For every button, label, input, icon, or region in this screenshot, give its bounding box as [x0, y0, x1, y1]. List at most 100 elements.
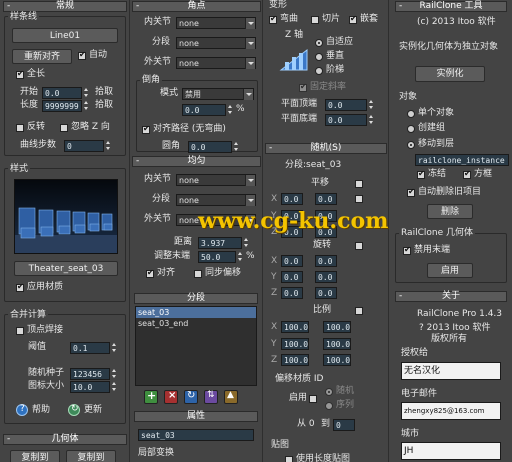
rotate-z-max[interactable]: 0.0 [315, 287, 337, 299]
corner-header[interactable]: - 角点 [132, 1, 261, 12]
about-header[interactable]: - 关于 [395, 291, 507, 302]
adaptive-radio[interactable] [315, 39, 323, 47]
even-segment-select[interactable]: none [176, 194, 256, 206]
tool-header[interactable]: - RailClone 工具 [395, 1, 507, 12]
scale-checkbox[interactable] [355, 307, 363, 315]
disable-render-checkbox[interactable] [403, 245, 411, 255]
general-header[interactable]: - 常规 [3, 1, 127, 12]
fillet-spinner[interactable] [234, 141, 239, 152]
license-field[interactable]: 无名汉化 [401, 362, 501, 380]
translate-x-lock[interactable] [355, 195, 363, 203]
inner-joint-select[interactable]: none [176, 17, 256, 29]
even-inner-select[interactable]: none [176, 174, 256, 186]
sequence-radio[interactable] [325, 402, 333, 410]
layer-name-input[interactable]: railclone_instance [415, 154, 509, 166]
spline-pick-button[interactable]: Line01 [12, 28, 118, 43]
rotate-x-min[interactable]: 0.0 [281, 255, 303, 267]
list-item[interactable]: seat_03_end [136, 318, 256, 329]
scale-x-max[interactable]: 100.0 [323, 321, 351, 333]
bend-checkbox[interactable] [269, 14, 277, 24]
icon-size-spinner[interactable] [112, 381, 117, 392]
random-header[interactable]: - 随机(S) [265, 143, 387, 154]
refresh-icon[interactable]: ↻ [184, 390, 198, 404]
length-pick[interactable]: 拾取 [95, 100, 113, 111]
email-field[interactable]: zhengxy825@163.com [401, 402, 501, 420]
translate-checkbox[interactable] [355, 180, 363, 188]
help-label[interactable]: 帮助 [32, 405, 50, 416]
apply-material-checkbox[interactable] [16, 282, 24, 292]
properties-header[interactable]: 属性 [134, 411, 258, 422]
rotate-checkbox[interactable] [355, 242, 363, 250]
ignore-z-checkbox[interactable] [60, 124, 68, 132]
scale-z-max[interactable]: 100.0 [323, 354, 351, 366]
offset-enable-checkbox[interactable] [309, 395, 317, 403]
stairs-radio[interactable] [315, 67, 323, 75]
bevel-percent-spinner[interactable] [228, 104, 233, 115]
start-input[interactable]: 0.0 [42, 87, 82, 99]
even-header[interactable]: - 均匀 [132, 156, 261, 167]
update-label[interactable]: 更新 [84, 405, 102, 416]
single-object-radio[interactable] [407, 110, 415, 118]
segment-select[interactable]: none [176, 37, 256, 49]
rotate-y-max[interactable]: 0.0 [315, 271, 337, 283]
city-field[interactable]: JH [401, 442, 501, 460]
rotate-y-min[interactable]: 0.0 [281, 271, 303, 283]
flat-top-spinner[interactable] [369, 99, 374, 110]
distance-input[interactable]: 3.937 [198, 237, 242, 249]
properties-name-input[interactable]: seat_03 [138, 429, 254, 441]
scale-y-max[interactable]: 100.0 [323, 338, 351, 350]
freeze-checkbox[interactable] [417, 169, 425, 179]
copy-to-button-1[interactable]: 复制到 [10, 450, 60, 462]
help-icon[interactable]: ? [16, 404, 28, 416]
update-icon[interactable]: ↻ [68, 404, 80, 416]
threshold-spinner[interactable] [112, 342, 117, 353]
reverse-checkbox[interactable] [16, 124, 24, 132]
distance-spinner[interactable] [244, 237, 249, 248]
box-checkbox[interactable] [463, 169, 471, 179]
enable-button[interactable]: 启用 [427, 263, 473, 278]
copy-to-button-2[interactable]: 复制到 [66, 450, 116, 462]
shapes-icon[interactable]: ▲ [224, 390, 238, 404]
threshold-input[interactable]: 0.1 [70, 342, 110, 354]
rotate-x-max[interactable]: 0.0 [315, 255, 337, 267]
icon-size-input[interactable]: 10.0 [70, 381, 110, 393]
slice-checkbox[interactable] [311, 16, 319, 24]
sort-icon[interactable]: ⇅ [204, 390, 218, 404]
vertical-radio[interactable] [315, 53, 323, 61]
sync-offset-checkbox[interactable] [194, 270, 202, 278]
random-seed-input[interactable]: 123456 [70, 368, 110, 380]
rotate-z-min[interactable]: 0.0 [281, 287, 303, 299]
length-input[interactable]: 9999999 [42, 100, 82, 112]
adjust-end-spinner[interactable] [238, 251, 243, 262]
reset-button[interactable]: 重新对齐 [12, 49, 72, 64]
curve-steps-input[interactable]: 0 [64, 140, 104, 152]
random-seed-spinner[interactable] [112, 368, 117, 379]
vertex-weld-checkbox[interactable] [16, 327, 24, 335]
scale-x-min[interactable]: 100.0 [281, 321, 309, 333]
create-group-radio[interactable] [407, 125, 415, 133]
flat-bottom-spinner[interactable] [369, 114, 374, 125]
add-icon[interactable]: + [144, 389, 158, 404]
auto-checkbox[interactable] [78, 50, 86, 60]
range-to-input[interactable]: 0 [333, 419, 355, 431]
fixed-slope-checkbox[interactable] [299, 82, 307, 92]
outer-joint-select[interactable]: none [176, 57, 256, 69]
geometry-header[interactable]: - 几何体 [3, 434, 127, 445]
flat-bottom-input[interactable]: 0.0 [325, 114, 367, 126]
adjust-end-input[interactable]: 50.0 [198, 251, 236, 263]
scale-y-min[interactable]: 100.0 [281, 338, 309, 350]
auto-delete-checkbox[interactable] [407, 187, 415, 197]
flat-top-input[interactable]: 0.0 [325, 99, 367, 111]
start-pick[interactable]: 拾取 [95, 87, 113, 98]
segments-list[interactable]: seat_03 seat_03_end [135, 306, 257, 386]
mode-select[interactable]: 禁用 [182, 88, 254, 100]
segments-header[interactable]: 分段 [134, 293, 258, 304]
even-align-checkbox[interactable] [146, 268, 154, 278]
scale-z-min[interactable]: 100.0 [281, 354, 309, 366]
translate-x-max[interactable]: 0.0 [315, 193, 337, 205]
random-radio[interactable] [325, 388, 333, 396]
align-path-checkbox[interactable] [142, 124, 150, 134]
list-item[interactable]: seat_03 [136, 307, 256, 318]
curve-steps-spinner[interactable] [106, 140, 111, 151]
translate-x-min[interactable]: 0.0 [281, 193, 303, 205]
